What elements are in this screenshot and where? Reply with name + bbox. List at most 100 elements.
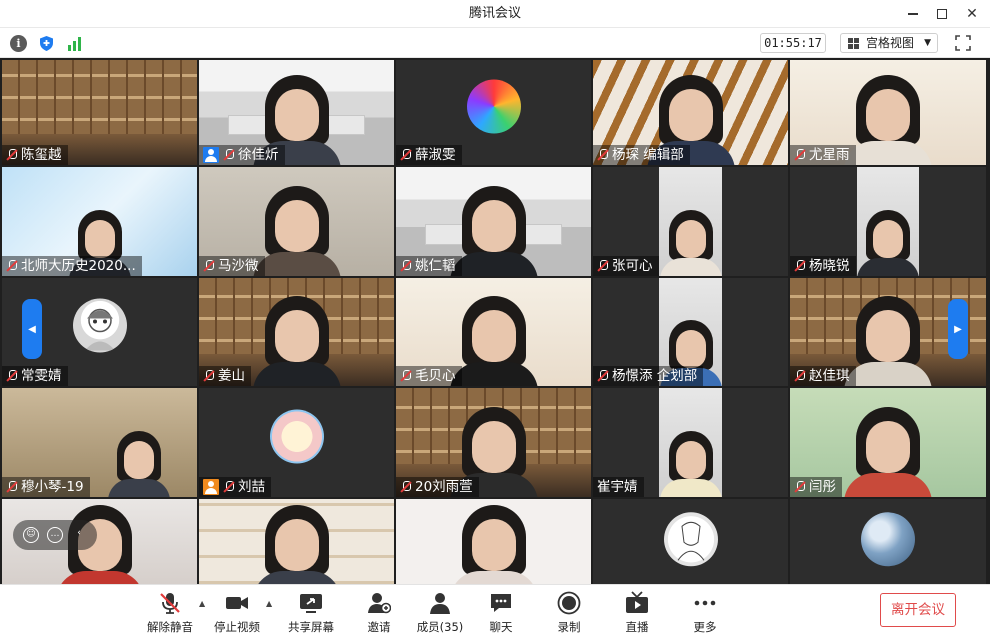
next-page-button[interactable]: ▶ bbox=[948, 299, 968, 359]
maximize-button[interactable] bbox=[925, 0, 959, 28]
emoji-icon[interactable]: ☺ bbox=[23, 527, 39, 543]
more-button[interactable]: 更多 bbox=[675, 589, 735, 637]
invite-button[interactable]: 邀请 bbox=[349, 589, 409, 637]
participant-tile[interactable]: 陈玺越 bbox=[2, 60, 197, 165]
chat-icon bbox=[489, 591, 513, 615]
participant-tile[interactable]: 闫彤 bbox=[790, 388, 986, 497]
more-dots-icon bbox=[693, 591, 717, 615]
participant-tile[interactable]: 徐佳炘 bbox=[199, 60, 394, 165]
participant-name: 北师大历史2020... bbox=[21, 258, 136, 274]
view-mode-dropdown[interactable]: 宫格视图 ▼ bbox=[840, 33, 938, 53]
participant-tile[interactable]: 薛淑雯 bbox=[396, 60, 591, 165]
mic-muted-icon bbox=[158, 591, 182, 615]
mic-muted-icon bbox=[223, 480, 235, 494]
view-mode-label: 宫格视图 bbox=[866, 36, 915, 50]
mic-muted-icon bbox=[794, 148, 806, 162]
mic-muted-icon bbox=[597, 148, 609, 162]
shield-icon[interactable] bbox=[38, 35, 55, 52]
caret-down-icon: ▼ bbox=[924, 38, 931, 48]
grid-view-icon bbox=[848, 38, 860, 49]
participant-name: 20刘雨萱 bbox=[415, 479, 473, 495]
share-screen-button[interactable]: 共享屏幕 bbox=[281, 589, 341, 637]
fullscreen-icon[interactable] bbox=[954, 34, 972, 52]
participant-name: 杨琛 编辑部 bbox=[612, 147, 684, 163]
avatar bbox=[861, 511, 915, 566]
chevron-left-icon: ◀ bbox=[28, 323, 36, 335]
title-bar: 腾讯会议 ✕ bbox=[0, 0, 990, 28]
participant-tile[interactable]: 穆小琴-19 bbox=[2, 388, 197, 497]
live-stream-icon bbox=[625, 591, 649, 615]
info-icon[interactable]: i bbox=[10, 35, 27, 52]
mic-muted-icon bbox=[6, 259, 18, 273]
leave-meeting-button[interactable]: 离开会议 bbox=[880, 593, 956, 627]
mic-muted-icon bbox=[400, 480, 412, 494]
participant-tile[interactable]: 马沙微 bbox=[199, 167, 394, 276]
participant-name: 崔宇婧 bbox=[597, 479, 638, 495]
participant-tile[interactable]: 杨晓锐 bbox=[790, 167, 986, 276]
users-icon bbox=[428, 591, 452, 615]
participant-name: 闫彤 bbox=[809, 479, 836, 495]
participant-name: 常雯婧 bbox=[21, 368, 62, 384]
members-button[interactable]: 成员(35) bbox=[410, 589, 470, 637]
participant-tile[interactable] bbox=[396, 499, 591, 584]
participant-name: 尤星雨 bbox=[809, 147, 850, 163]
mic-muted-icon bbox=[203, 259, 215, 273]
participant-tile[interactable]: 20刘雨萱 bbox=[396, 388, 591, 497]
mic-muted-icon bbox=[400, 369, 412, 383]
participant-name: 陈玺越 bbox=[21, 147, 62, 163]
participant-tile[interactable]: 毛贝心 bbox=[396, 278, 591, 386]
unmute-button[interactable]: 解除静音 bbox=[140, 589, 200, 637]
mic-muted-icon bbox=[223, 148, 235, 162]
participant-name: 马沙微 bbox=[218, 258, 259, 274]
mic-muted-icon bbox=[400, 259, 412, 273]
participant-name: 毛贝心 bbox=[415, 368, 456, 384]
minimize-icon bbox=[908, 13, 918, 15]
signal-strength-icon[interactable] bbox=[66, 35, 83, 52]
participant-tile[interactable]: 杨琛 编辑部 bbox=[593, 60, 788, 165]
participant-tile[interactable]: 尤星雨 bbox=[790, 60, 986, 165]
participant-name: 杨憬添 企划部 bbox=[612, 368, 698, 384]
participant-tile[interactable] bbox=[790, 499, 986, 584]
avatar bbox=[269, 409, 324, 464]
record-button[interactable]: 录制 bbox=[539, 589, 599, 637]
mic-muted-icon bbox=[6, 369, 18, 383]
window-title: 腾讯会议 bbox=[468, 6, 521, 21]
chat-bubble-icon[interactable]: … bbox=[47, 527, 63, 543]
participant-tile[interactable]: 崔宇婧 bbox=[593, 388, 788, 497]
participant-tile[interactable] bbox=[199, 499, 394, 584]
participant-tile[interactable] bbox=[593, 499, 788, 584]
participant-tile[interactable]: 张可心 bbox=[593, 167, 788, 276]
avatar bbox=[72, 298, 127, 353]
participant-tile[interactable]: 杨憬添 企划部 bbox=[593, 278, 788, 386]
audio-options-caret[interactable]: ▲ bbox=[199, 599, 205, 608]
participant-name: 姜山 bbox=[218, 368, 245, 384]
meeting-toolbar: 解除静音 ▲ 停止视频 ▲ 共享屏幕 邀请 成员(35) 聊天 录制 直播 更多… bbox=[0, 584, 990, 639]
participant-name: 赵佳琪 bbox=[809, 368, 850, 384]
chat-button[interactable]: 聊天 bbox=[471, 589, 531, 637]
participant-name: 徐佳炘 bbox=[238, 147, 279, 163]
participant-tile[interactable]: 刘喆 bbox=[199, 388, 394, 497]
stop-video-button[interactable]: 停止视频 bbox=[207, 589, 267, 637]
chevron-right-icon: ▶ bbox=[954, 323, 962, 335]
floating-controls: ☺ … ‹ bbox=[13, 520, 97, 550]
participant-tile[interactable]: 北师大历史2020... bbox=[2, 167, 197, 276]
live-stream-button[interactable]: 直播 bbox=[607, 589, 667, 637]
chevron-left-icon[interactable]: ‹ bbox=[71, 527, 87, 543]
meeting-info-bar: i 01:55:17 宫格视图 ▼ bbox=[0, 28, 990, 58]
mic-muted-icon bbox=[6, 480, 18, 494]
close-button[interactable]: ✕ bbox=[955, 0, 989, 28]
mic-muted-icon bbox=[794, 480, 806, 494]
participant-name: 穆小琴-19 bbox=[21, 479, 84, 495]
participant-name: 薛淑雯 bbox=[415, 147, 456, 163]
previous-page-button[interactable]: ◀ bbox=[22, 299, 42, 359]
participant-name: 张可心 bbox=[612, 258, 653, 274]
mic-muted-icon bbox=[203, 369, 215, 383]
participant-tile[interactable]: 姚仁韬 bbox=[396, 167, 591, 276]
share-screen-icon bbox=[299, 591, 323, 615]
video-options-caret[interactable]: ▲ bbox=[266, 599, 272, 608]
mic-muted-icon bbox=[597, 259, 609, 273]
camera-icon bbox=[225, 591, 249, 615]
avatar bbox=[466, 79, 521, 134]
participant-tile[interactable]: 姜山 bbox=[199, 278, 394, 386]
participant-name: 杨晓锐 bbox=[809, 258, 850, 274]
